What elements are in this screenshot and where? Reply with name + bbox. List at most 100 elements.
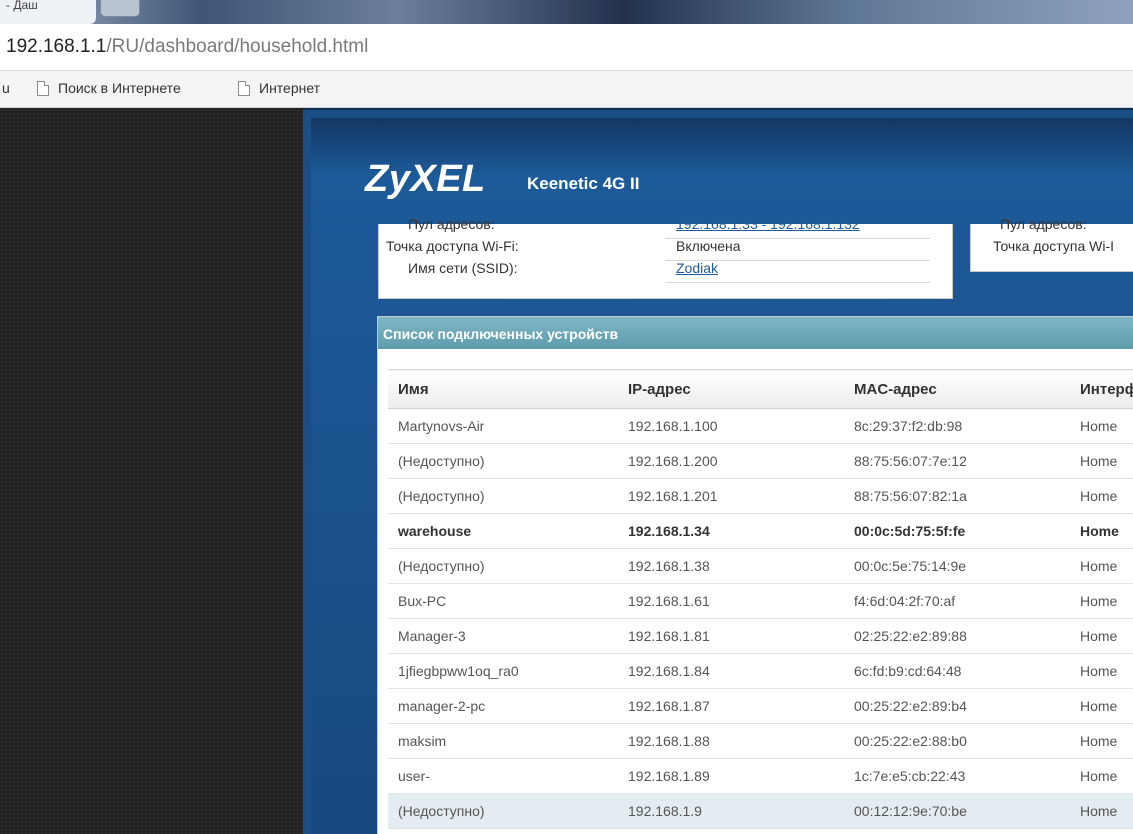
device-ip: 192.168.1.87 bbox=[618, 688, 844, 724]
column-header-interface[interactable]: Интерфейс bbox=[1070, 369, 1133, 409]
info-row-wifi: Точка доступа Wi-I bbox=[971, 238, 1133, 260]
device-interface: Home bbox=[1070, 688, 1133, 724]
table-row[interactable]: (Недоступно) 192.168.1.200 88:75:56:07:7e:… bbox=[388, 443, 1133, 479]
device-ip: 192.168.1.91 bbox=[618, 828, 844, 834]
device-name: (Недоступно) bbox=[388, 548, 618, 584]
device-ip: 192.168.1.200 bbox=[618, 443, 844, 479]
device-ip: 192.168.1.81 bbox=[618, 618, 844, 654]
table-row[interactable]: (Недоступно) 192.168.1.38 00:0c:5e:75:14:9… bbox=[388, 548, 1133, 584]
device-name: manager-2-pc bbox=[388, 688, 618, 724]
router-dashboard: ZyXEL Keenetic 4G II Пул адресов: 192.16… bbox=[303, 108, 1133, 834]
device-interface: Home bbox=[1070, 653, 1133, 689]
device-ip: 192.168.1.100 bbox=[618, 408, 844, 444]
device-interface: Home bbox=[1070, 793, 1133, 829]
device-mac: 88:75:56:07:82:1a bbox=[844, 478, 1070, 514]
device-ip: 192.168.1.9 bbox=[618, 793, 844, 829]
device-name: (Недоступно) bbox=[388, 828, 618, 834]
column-header-ip[interactable]: IP-адрес bbox=[618, 369, 844, 409]
ssid-link[interactable]: Zodiak bbox=[676, 260, 718, 276]
connected-devices-panel: Список подключенных устройств Имя IP-адр… bbox=[377, 316, 1133, 834]
column-header-mac[interactable]: MAC-адрес bbox=[844, 369, 1070, 409]
device-ip: 192.168.1.34 bbox=[618, 513, 844, 549]
device-interface: Home bbox=[1070, 583, 1133, 619]
dashboard-body: ZyXEL Keenetic 4G II Пул адресов: 192.16… bbox=[311, 118, 1133, 834]
table-row[interactable]: (Недоступно)192.168.1.9100:0c:5d:75:5f:4… bbox=[388, 828, 1133, 834]
device-name: 1jfiegbpww1oq_ra0 bbox=[388, 653, 618, 689]
device-name: Martynovs-Air bbox=[388, 408, 618, 444]
wifi-status: Включена bbox=[676, 238, 741, 254]
device-mac: 6c:fd:b9:cd:64:48 bbox=[844, 653, 1070, 689]
device-interface: Home bbox=[1070, 548, 1133, 584]
device-mac: 8c:29:37:f2:db:98 bbox=[844, 408, 1070, 444]
table-row[interactable]: (Недоступно) 192.168.1.201 88:75:56:07:82:… bbox=[388, 478, 1133, 514]
bookmark-item[interactable]: Интернет bbox=[238, 80, 320, 96]
device-name: (Недоступно) bbox=[388, 793, 618, 829]
zyxel-logo: ZyXEL bbox=[365, 158, 486, 200]
new-tab-button[interactable] bbox=[100, 0, 140, 17]
device-interface: Home bbox=[1070, 828, 1133, 834]
bookmark-label: Поиск в Интернете bbox=[58, 80, 181, 96]
url-host: 192.168.1.1 bbox=[6, 36, 107, 57]
info-row-address-pool: Пул адресов: bbox=[971, 216, 1133, 238]
device-ip: 192.168.1.61 bbox=[618, 583, 844, 619]
device-interface: Home bbox=[1070, 513, 1133, 549]
browser-tab-title: - Даш bbox=[6, 0, 38, 12]
table-row[interactable]: Bux-PC 192.168.1.61 f4:6d:04:2f:70:af Home bbox=[388, 583, 1133, 619]
info-row-ssid: Имя сети (SSID): Zodiak bbox=[379, 260, 952, 283]
device-interface: Home bbox=[1070, 443, 1133, 479]
panel-header: Список подключенных устройств bbox=[378, 317, 1133, 349]
table-row[interactable]: user- 192.168.1.89 1c:7e:e5:cb:22:43 Home bbox=[388, 758, 1133, 794]
device-mac: 02:25:22:e2:89:88 bbox=[844, 618, 1070, 654]
table-row[interactable]: warehouse 192.168.1.34 00:0c:5d:75:5f:fe Ho… bbox=[388, 513, 1133, 549]
device-name: (Недоступно) bbox=[388, 478, 618, 514]
page-icon bbox=[238, 80, 250, 96]
devices-table: Имя IP-адрес MAC-адрес Интерфейс Martyno… bbox=[388, 369, 1133, 834]
bookmark-item[interactable]: u bbox=[2, 80, 10, 96]
device-mac: f4:6d:04:2f:70:af bbox=[844, 583, 1070, 619]
address-bar[interactable]: 192.168.1.1/RU/dashboard/household.html bbox=[0, 24, 1133, 71]
device-interface: Home bbox=[1070, 723, 1133, 759]
table-row[interactable]: manager-2-pc 192.168.1.87 00:25:22:e2:89:b… bbox=[388, 688, 1133, 724]
page-icon bbox=[37, 80, 49, 96]
table-row[interactable]: (Недоступно) 192.168.1.9 00:12:12:9e:70:be… bbox=[388, 793, 1133, 829]
device-mac: 00:0c:5d:75:5f:44 bbox=[844, 828, 1070, 834]
device-interface: Home bbox=[1070, 758, 1133, 794]
address-pool-link[interactable]: 192.168.1.33 - 192.168.1.132 bbox=[676, 216, 860, 232]
device-mac: 88:75:56:07:7e:12 bbox=[844, 443, 1070, 479]
table-row[interactable]: 1jfiegbpww1oq_ra0 192.168.1.84 6c:fd:b9:cd… bbox=[388, 653, 1133, 689]
info-label: Точка доступа Wi-Fi: bbox=[386, 238, 519, 254]
device-mac: 00:12:12:9e:70:be bbox=[844, 793, 1070, 829]
url-path: /RU/dashboard/household.html bbox=[106, 36, 369, 57]
device-ip: 192.168.1.201 bbox=[618, 478, 844, 514]
device-ip: 192.168.1.84 bbox=[618, 653, 844, 689]
column-header-name[interactable]: Имя bbox=[388, 369, 618, 409]
device-name: maksim bbox=[388, 723, 618, 759]
device-interface: Home bbox=[1070, 618, 1133, 654]
guest-network-info: Пул адресов: Точка доступа Wi-I bbox=[970, 216, 1133, 272]
info-row-address-pool: Пул адресов: 192.168.1.33 - 192.168.1.13… bbox=[379, 216, 952, 239]
device-name: warehouse bbox=[388, 513, 618, 549]
device-mac: 00:25:22:e2:89:b4 bbox=[844, 688, 1070, 724]
device-mac: 1c:7e:e5:cb:22:43 bbox=[844, 758, 1070, 794]
device-interface: Home bbox=[1070, 478, 1133, 514]
table-row[interactable]: maksim 192.168.1.88 00:25:22:e2:88:b0 Home bbox=[388, 723, 1133, 759]
bookmark-label: u bbox=[2, 80, 10, 96]
bookmarks-bar: u Поиск в Интернете Интернет bbox=[0, 71, 1133, 108]
info-label: Имя сети (SSID): bbox=[408, 260, 518, 276]
bookmark-label: Интернет bbox=[259, 80, 321, 96]
bookmark-item[interactable]: Поиск в Интернете bbox=[37, 80, 181, 96]
table-row[interactable]: Manager-3 192.168.1.81 02:25:22:e2:89:88 Ho… bbox=[388, 618, 1133, 654]
table-header-row: Имя IP-адрес MAC-адрес Интерфейс bbox=[388, 369, 1133, 409]
device-mac: 00:25:22:e2:88:b0 bbox=[844, 723, 1070, 759]
page-viewport: ZyXEL Keenetic 4G II Пул адресов: 192.16… bbox=[0, 108, 1133, 834]
device-interface: Home bbox=[1070, 408, 1133, 444]
info-label: Пул адресов: bbox=[408, 216, 495, 232]
info-row-wifi: Точка доступа Wi-Fi: Включена bbox=[379, 238, 952, 261]
table-row[interactable]: Martynovs-Air 192.168.1.100 8c:29:37:f2:db… bbox=[388, 408, 1133, 444]
url-text[interactable]: 192.168.1.1/RU/dashboard/household.html bbox=[6, 36, 368, 58]
browser-tab[interactable]: - Даш bbox=[0, 0, 96, 24]
browser-tab-strip: - Даш bbox=[0, 0, 1133, 24]
device-mac: 00:0c:5e:75:14:9e bbox=[844, 548, 1070, 584]
panel-title: Список подключенных устройств bbox=[383, 326, 619, 342]
row-divider bbox=[665, 282, 930, 283]
